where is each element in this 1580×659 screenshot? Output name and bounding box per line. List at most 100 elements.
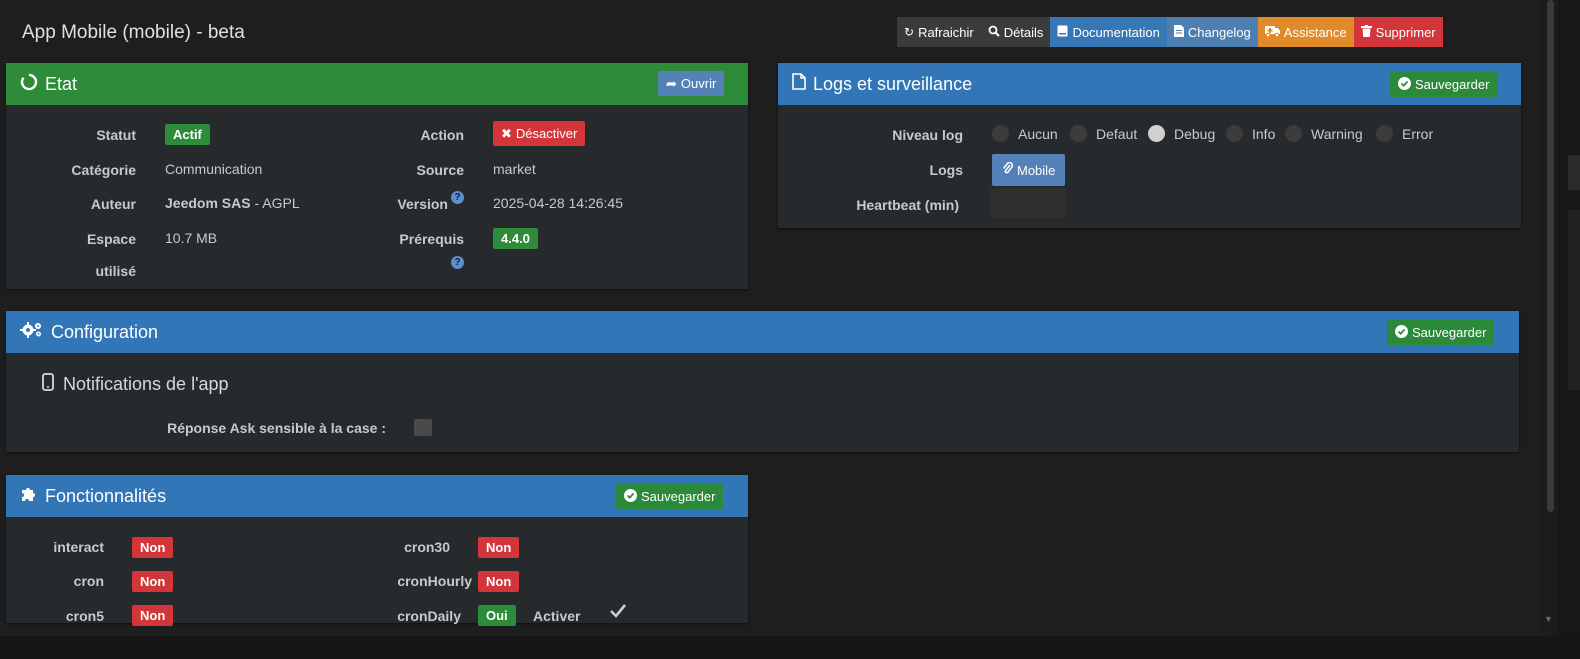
open-button[interactable]: ➦ Ouvrir [658, 71, 725, 96]
configuration-panel-header: Configuration Sauvegarder [6, 311, 1519, 353]
radio-label: Error [1402, 125, 1434, 142]
heartbeat-label: Heartbeat (min) [856, 197, 959, 213]
deactivate-label: Désactiver [515, 126, 578, 141]
close-icon: ✖ [501, 125, 512, 141]
radio-dot[interactable] [1226, 125, 1243, 142]
heartbeat-input[interactable] [989, 188, 1066, 219]
changelog-button[interactable]: Changelog [1166, 17, 1258, 47]
ambulance-icon [1264, 25, 1280, 40]
logs-title: Logs et surveillance [813, 73, 973, 94]
paperclip-icon [1002, 161, 1014, 178]
logs-panel: Logs et surveillance Sauvegarder Niveau … [778, 63, 1521, 228]
cogs-icon [20, 321, 44, 344]
log-level-aucun[interactable]: Aucun [992, 125, 1058, 142]
logs-label: Logs [929, 162, 963, 178]
version-help-icon[interactable]: ? [451, 191, 464, 204]
feature-badge-cronhourly: Non [478, 571, 520, 592]
features-panel-header: Fonctionnalités Sauvegarder [6, 475, 748, 517]
log-level-info[interactable]: Info [1226, 125, 1275, 142]
refresh-button[interactable]: ↻ Rafraichir [897, 17, 981, 47]
author-label: Auteur [90, 196, 136, 212]
radio-dot[interactable] [1285, 125, 1302, 142]
logs-save-button[interactable]: Sauvegarder [1390, 72, 1498, 97]
activate-label: Activer [533, 608, 581, 624]
version-value: 2025-04-28 14:26:45 [493, 195, 623, 211]
book-icon [1057, 25, 1068, 40]
check-circle-icon [624, 488, 637, 505]
deactivate-button[interactable]: ✖ Désactiver [493, 121, 586, 146]
share-icon: ➦ [666, 75, 677, 91]
feature-label-cron30: cron30 [404, 539, 450, 555]
radio-label: Warning [1311, 125, 1363, 142]
radio-label: Aucun [1018, 125, 1058, 142]
ask-sensitive-label: Réponse Ask sensible à la case : [167, 420, 386, 436]
features-panel: Fonctionnalités Sauvegarder interact Non… [6, 475, 748, 626]
log-level-error[interactable]: Error [1376, 125, 1433, 142]
feature-badge-cron30: Non [478, 537, 520, 558]
log-level-warning[interactable]: Warning [1285, 125, 1363, 142]
category-label: Catégorie [71, 162, 136, 178]
source-value: market [493, 161, 536, 177]
page-title: App Mobile (mobile) - beta [22, 22, 245, 43]
notifications-section-title: Notifications de l'app [42, 373, 229, 396]
plugin-toolbar: ↻ Rafraichir Détails Documentation Chang… [897, 17, 1443, 47]
feature-label-crondaily: cronDaily [397, 608, 461, 624]
documentation-label: Documentation [1072, 24, 1160, 40]
delete-label: Supprimer [1375, 24, 1436, 40]
feature-badge-interact: Non [132, 537, 174, 558]
details-button[interactable]: Détails [980, 17, 1051, 47]
section-title-text: Notifications de l'app [63, 374, 229, 394]
etat-panel-header: Etat ➦ Ouvrir [6, 63, 748, 105]
assistance-label: Assistance [1283, 24, 1347, 40]
documentation-button[interactable]: Documentation [1050, 17, 1167, 47]
log-level-debug[interactable]: Debug [1148, 125, 1215, 142]
mobile-log-button[interactable]: Mobile [992, 154, 1066, 186]
features-save-label: Sauvegarder [641, 489, 716, 504]
action-label: Action [420, 127, 464, 143]
features-title: Fonctionnalités [45, 485, 167, 506]
open-label: Ouvrir [680, 76, 717, 91]
configuration-title: Configuration [51, 321, 159, 342]
feature-badge-cron: Non [132, 571, 174, 592]
radio-dot-selected[interactable] [1148, 125, 1165, 142]
scrollbar-thumb[interactable] [1547, 0, 1554, 512]
author-name: Jeedom SAS [165, 195, 251, 211]
bottom-bar [0, 636, 1580, 659]
radio-label: Defaut [1096, 125, 1138, 142]
log-level-label: Niveau log [892, 127, 963, 143]
prereq-help-icon[interactable]: ? [451, 256, 464, 269]
radio-dot[interactable] [992, 125, 1009, 142]
category-value: Communication [165, 161, 263, 177]
feature-badge-cron5: Non [132, 605, 174, 626]
radio-dot[interactable] [1376, 125, 1393, 142]
changelog-label: Changelog [1187, 24, 1251, 40]
feature-label-interact: interact [53, 539, 104, 555]
status-label: Statut [96, 127, 136, 143]
ask-sensitive-checkbox[interactable] [414, 419, 432, 436]
plugin-page: App Mobile (mobile) - beta ↻ Rafraichir … [0, 0, 1540, 636]
radio-dot[interactable] [1070, 125, 1087, 142]
scroll-down-icon[interactable]: ▼ [1544, 614, 1553, 624]
assistance-button[interactable]: Assistance [1257, 17, 1354, 47]
space-label-2: utilisé [95, 263, 136, 279]
space-label: Espace [86, 231, 136, 247]
etat-title: Etat [45, 73, 78, 94]
puzzle-icon [20, 485, 38, 508]
radio-label: Debug [1174, 125, 1216, 142]
activate-checkbox[interactable] [609, 603, 627, 624]
prereq-badge: 4.4.0 [493, 228, 538, 249]
radio-label: Info [1252, 125, 1276, 142]
file-icon [1173, 24, 1184, 40]
features-save-button[interactable]: Sauvegarder [616, 484, 724, 509]
logs-panel-header: Logs et surveillance Sauvegarder [778, 63, 1521, 105]
logs-save-label: Sauvegarder [1415, 77, 1490, 92]
log-level-defaut[interactable]: Defaut [1070, 125, 1137, 142]
configuration-save-button[interactable]: Sauvegarder [1387, 320, 1495, 345]
file-icon [792, 73, 806, 95]
author-value: Jeedom SAS - AGPL [165, 195, 300, 211]
configuration-save-label: Sauvegarder [1412, 325, 1487, 340]
feature-label-cron: cron [73, 573, 104, 589]
delete-button[interactable]: Supprimer [1353, 17, 1443, 47]
version-label: Version [397, 196, 448, 212]
feature-label-cronhourly: cronHourly [397, 573, 472, 589]
